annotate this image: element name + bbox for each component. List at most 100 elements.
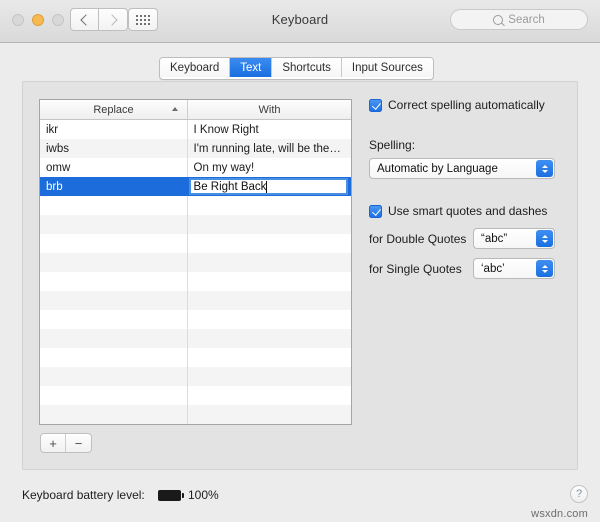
- cell-with: [188, 367, 351, 386]
- search-icon: [493, 14, 504, 25]
- table-action-buttons: + −: [40, 433, 92, 453]
- single-quotes-row: for Single Quotes ‘abc’: [369, 258, 564, 279]
- column-header-replace-label: Replace: [93, 103, 134, 116]
- tab-text-label: Text: [240, 61, 262, 74]
- table-row[interactable]: omw On my way!: [40, 158, 351, 177]
- table-row-empty[interactable]: [40, 405, 351, 424]
- cell-replace: [40, 367, 188, 386]
- double-quotes-label: for Double Quotes: [369, 231, 467, 246]
- cell-with: [188, 291, 351, 310]
- cell-replace: [40, 253, 188, 272]
- spelling-select[interactable]: Automatic by Language: [369, 158, 555, 179]
- correct-spelling-checkbox[interactable]: [369, 99, 382, 112]
- text-caret: [266, 180, 268, 193]
- table-row-empty[interactable]: [40, 424, 351, 425]
- chevron-updown-icon[interactable]: [536, 230, 553, 247]
- column-header-with[interactable]: With: [188, 100, 351, 119]
- single-quotes-select[interactable]: ‘abc’: [473, 258, 555, 279]
- cell-with: [188, 348, 351, 367]
- chevron-updown-icon[interactable]: [536, 260, 553, 277]
- tab-text[interactable]: Text: [230, 58, 273, 77]
- cell-with: [188, 253, 351, 272]
- cell-with: [188, 310, 351, 329]
- table-row[interactable]: ikr I Know Right: [40, 120, 351, 139]
- cell-replace: [40, 215, 188, 234]
- cell-with: [188, 424, 351, 425]
- cell-with[interactable]: I'm running late, will be the…: [188, 139, 351, 158]
- table-row[interactable]: brb Be Right Back: [40, 177, 351, 196]
- table-row-empty[interactable]: [40, 329, 351, 348]
- cell-with: [188, 272, 351, 291]
- settings-column: Correct spelling automatically Spelling:…: [369, 98, 564, 279]
- cell-replace: [40, 329, 188, 348]
- cell-replace: [40, 424, 188, 425]
- table-row-empty[interactable]: [40, 291, 351, 310]
- tab-bar: Keyboard Text Shortcuts Input Sources: [159, 57, 434, 80]
- cell-with[interactable]: Be Right Back: [188, 177, 351, 196]
- cell-replace[interactable]: brb: [40, 177, 188, 196]
- spelling-select-value: Automatic by Language: [377, 162, 498, 175]
- tab-input-sources[interactable]: Input Sources: [341, 58, 433, 77]
- search-placeholder: Search: [508, 13, 545, 26]
- text-replacement-table[interactable]: Replace With ikr I Know Right iwbs I'm runn…: [39, 99, 352, 425]
- battery-percent: 100%: [188, 488, 219, 502]
- cell-with: [188, 386, 351, 405]
- column-header-with-label: With: [258, 103, 281, 116]
- table-header: Replace With: [40, 100, 351, 120]
- title-bar: Keyboard Search: [0, 0, 600, 43]
- table-body: ikr I Know Right iwbs I'm running late, wil…: [40, 120, 351, 425]
- tab-keyboard[interactable]: Keyboard: [160, 58, 231, 77]
- cell-replace[interactable]: omw: [40, 158, 188, 177]
- table-row-empty[interactable]: [40, 196, 351, 215]
- table-row-empty[interactable]: [40, 253, 351, 272]
- table-row-empty[interactable]: [40, 386, 351, 405]
- cell-with: [188, 329, 351, 348]
- correct-spelling-row[interactable]: Correct spelling automatically: [369, 98, 564, 113]
- cell-replace: [40, 291, 188, 310]
- battery-level-label: Keyboard battery level:: [22, 488, 145, 502]
- cell-replace: [40, 272, 188, 291]
- with-text-input-value: Be Right Back: [193, 180, 267, 193]
- tab-shortcuts-label: Shortcuts: [282, 61, 331, 74]
- cell-with[interactable]: On my way!: [188, 158, 351, 177]
- table-row-empty[interactable]: [40, 367, 351, 386]
- cell-with: [188, 215, 351, 234]
- table-row-empty[interactable]: [40, 234, 351, 253]
- cell-replace: [40, 405, 188, 424]
- double-quotes-select[interactable]: “abc”: [473, 228, 555, 249]
- column-header-replace[interactable]: Replace: [40, 100, 188, 119]
- cell-with: [188, 405, 351, 424]
- cell-replace: [40, 310, 188, 329]
- tab-input-sources-label: Input Sources: [351, 61, 423, 74]
- cell-replace: [40, 196, 188, 215]
- table-row[interactable]: iwbs I'm running late, will be the…: [40, 139, 351, 158]
- cell-replace: [40, 386, 188, 405]
- with-text-input[interactable]: Be Right Back: [188, 178, 348, 195]
- cell-with[interactable]: I Know Right: [188, 120, 351, 139]
- table-row-empty[interactable]: [40, 272, 351, 291]
- table-row-empty[interactable]: [40, 348, 351, 367]
- help-button[interactable]: ?: [570, 485, 588, 503]
- correct-spelling-label: Correct spelling automatically: [388, 98, 545, 112]
- battery-full-icon: [158, 490, 184, 501]
- spelling-label: Spelling:: [369, 138, 416, 152]
- table-row-empty[interactable]: [40, 215, 351, 234]
- cell-replace[interactable]: ikr: [40, 120, 188, 139]
- chevron-updown-icon[interactable]: [536, 160, 553, 177]
- cell-replace: [40, 348, 188, 367]
- double-quotes-row: for Double Quotes “abc”: [369, 228, 564, 249]
- tab-shortcuts[interactable]: Shortcuts: [272, 58, 342, 77]
- cell-replace[interactable]: iwbs: [40, 139, 188, 158]
- tab-keyboard-label: Keyboard: [170, 61, 220, 74]
- add-entry-button[interactable]: +: [41, 434, 66, 452]
- smart-quotes-checkbox[interactable]: [369, 205, 382, 218]
- single-quotes-label: for Single Quotes: [369, 261, 462, 276]
- remove-entry-button[interactable]: −: [66, 434, 91, 452]
- watermark: wsxdn.com: [531, 508, 588, 520]
- cell-with: [188, 234, 351, 253]
- smart-quotes-row[interactable]: Use smart quotes and dashes: [369, 204, 564, 219]
- cell-replace: [40, 234, 188, 253]
- table-row-empty[interactable]: [40, 310, 351, 329]
- search-input[interactable]: Search: [450, 9, 588, 30]
- smart-quotes-label: Use smart quotes and dashes: [388, 204, 548, 218]
